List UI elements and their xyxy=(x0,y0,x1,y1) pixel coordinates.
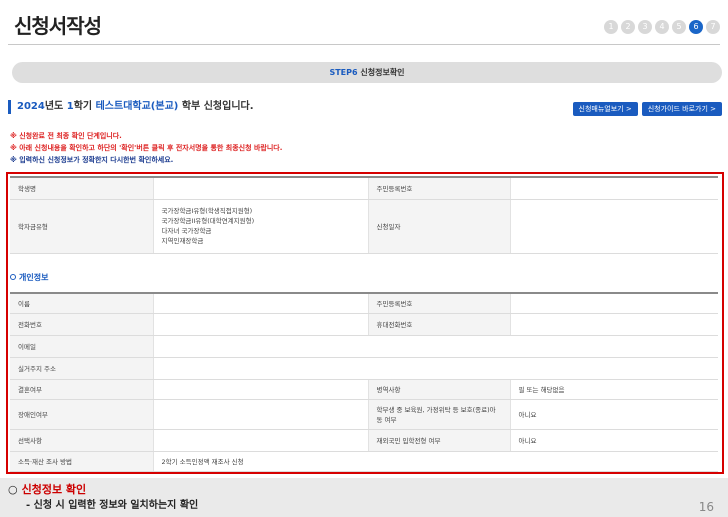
address-label: 실거주지 주소 xyxy=(10,357,154,380)
notice-item: ※ 아래 신청내용을 확인하고 하단의 '확인'버튼 클릭 후 전자서명을 통한… xyxy=(10,144,283,152)
protect-value: 아니요 xyxy=(510,399,718,430)
header-buttons: 신청매뉴얼보기 > 신청가이드 바로가기 > xyxy=(572,102,722,116)
personal-info-title: 개인정보 xyxy=(10,272,48,283)
notice-item: ※ 입력하신 신청정보가 정확한지 다시한번 확인하세요. xyxy=(10,156,174,164)
table-row: 결혼여부 병역사항 필 또는 해당없음 xyxy=(10,379,718,400)
application-heading: 2024년도 1학기 테스트대학교(본교) 학부 신청입니다. xyxy=(8,100,254,114)
heading-term: 1 xyxy=(66,101,74,112)
heading-degree: 학부 xyxy=(178,101,201,112)
address-value xyxy=(153,357,718,380)
personal-info-table: 이름 주민등록번호 전화번호 휴대전화번호 이메일 실거주지 주소 결혼여부 병… xyxy=(10,292,718,472)
scholarship-type-item: 지역인재장학금 xyxy=(161,237,204,245)
table-row: 이름 주민등록번호 xyxy=(10,293,718,314)
summary-table: 학생명 주민등록번호 학자금유형 국가장학금I유형(학생직접지원형) 국가장학금… xyxy=(10,176,718,254)
step-4: 4 xyxy=(655,20,669,34)
caption-title: ○ 신청정보 확인 xyxy=(8,481,86,497)
income-method-value: 2학기 소득인정액 재조사 신청 xyxy=(153,451,718,472)
disabled-label: 장애인여부 xyxy=(10,399,154,430)
table-row: 이메일 xyxy=(10,335,718,358)
name-label: 이름 xyxy=(10,293,154,314)
guide-button[interactable]: 신청가이드 바로가기 > xyxy=(641,102,722,116)
email-label: 이메일 xyxy=(10,335,154,358)
scholarship-type-item: 국가장학금II유형(대학연계지원형) xyxy=(161,217,255,225)
resident-no-value xyxy=(510,177,718,200)
manual-button[interactable]: 신청매뉴얼보기 > xyxy=(572,102,638,116)
page-title: 신청서작성 xyxy=(14,14,102,38)
table-row: 실거주지 주소 xyxy=(10,357,718,380)
heading-year: 2024 xyxy=(17,101,45,112)
table-row: 소득·재산 조사 방법 2학기 소득인정액 재조사 신청 xyxy=(10,451,718,472)
mobile-label: 휴대전화번호 xyxy=(368,313,511,336)
step-6-current: 6 xyxy=(689,20,703,34)
slide-caption: ○ 신청정보 확인 - 신청 시 입력한 정보와 일치하는지 확인 16 xyxy=(0,478,728,517)
heading-year-suffix: 년도 xyxy=(44,101,67,112)
apply-date-value xyxy=(510,199,718,254)
table-row: 학생명 주민등록번호 xyxy=(10,177,718,200)
step-2: 2 xyxy=(621,20,635,34)
choice-label: 선택사항 xyxy=(10,429,154,452)
step-1: 1 xyxy=(604,20,618,34)
notice-list: ※ 신청완료 전 최종 확인 단계입니다. ※ 아래 신청내용을 확인하고 하단… xyxy=(10,130,282,166)
title-divider xyxy=(8,44,720,45)
heading-term-suffix: 학기 xyxy=(73,101,96,112)
step-7: 7 xyxy=(706,20,720,34)
email-value xyxy=(153,335,718,358)
resident-no-label: 주민등록번호 xyxy=(368,177,511,200)
table-row: 선택사항 재외국민 입학전형 여부 아니요 xyxy=(10,429,718,452)
table-row: 전화번호 휴대전화번호 xyxy=(10,313,718,336)
disabled-value xyxy=(153,399,369,430)
caption-bullet: ○ xyxy=(8,483,18,496)
scholarship-type-item: 국가장학금I유형(학생직접지원형) xyxy=(161,207,253,215)
marital-label: 결혼여부 xyxy=(10,379,154,400)
military-label: 병역사항 xyxy=(368,379,511,400)
step-3: 3 xyxy=(638,20,652,34)
overseas-value: 아니요 xyxy=(510,429,718,452)
scholarship-type-value: 국가장학금I유형(학생직접지원형) 국가장학금II유형(대학연계지원형) 다자녀… xyxy=(153,199,369,254)
resident-no-label: 주민등록번호 xyxy=(368,293,511,314)
heading-tail: 신청입니다. xyxy=(200,101,254,112)
page-number: 16 xyxy=(698,500,714,514)
income-method-label: 소득·재산 조사 방법 xyxy=(10,451,154,472)
caption-description: - 신청 시 입력한 정보와 일치하는지 확인 xyxy=(26,500,199,511)
apply-date-label: 신청일자 xyxy=(368,199,511,254)
name-value xyxy=(153,293,369,314)
student-name-value xyxy=(153,177,369,200)
phone-value xyxy=(153,313,369,336)
protect-label: 학부생 중 보육원, 가정위탁 등 보호(종료)아동 여부 xyxy=(368,399,511,430)
step-code: STEP6 xyxy=(329,68,358,77)
student-name-label: 학생명 xyxy=(10,177,154,200)
personal-info-title-text: 개인정보 xyxy=(19,273,49,282)
resident-no-value xyxy=(510,293,718,314)
step-indicator: 1 2 3 4 5 6 7 xyxy=(604,20,720,34)
military-value: 필 또는 해당없음 xyxy=(510,379,718,400)
phone-label: 전화번호 xyxy=(10,313,154,336)
scholarship-type-item: 다자녀 국가장학금 xyxy=(161,227,212,235)
step-banner: STEP6 신청정보확인 xyxy=(12,62,722,83)
overseas-label: 재외국민 입학전형 여부 xyxy=(368,429,511,452)
step-5: 5 xyxy=(672,20,686,34)
table-row: 장애인여부 학부생 중 보육원, 가정위탁 등 보호(종료)아동 여부 아니요 xyxy=(10,399,718,430)
table-row: 학자금유형 국가장학금I유형(학생직접지원형) 국가장학금II유형(대학연계지원… xyxy=(10,199,718,254)
choice-value xyxy=(153,429,369,452)
notice-item: ※ 신청완료 전 최종 확인 단계입니다. xyxy=(10,132,122,140)
marital-value xyxy=(153,379,369,400)
step-name: 신청정보확인 xyxy=(360,68,405,77)
mobile-value xyxy=(510,313,718,336)
circle-bullet-icon xyxy=(10,274,16,280)
heading-school: 테스트대학교(본교) xyxy=(95,101,179,112)
scholarship-type-label: 학자금유형 xyxy=(10,199,154,254)
caption-title-text: 신청정보 확인 xyxy=(21,483,87,496)
